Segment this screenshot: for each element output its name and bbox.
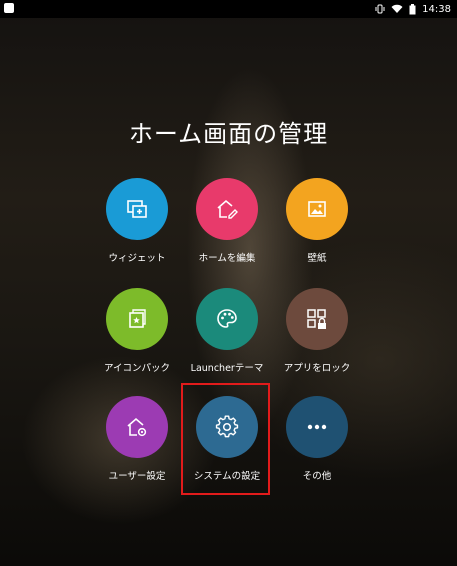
palette-icon <box>217 309 237 328</box>
launcher-theme-button[interactable] <box>196 288 258 350</box>
app-lock-label: アプリをロック <box>283 363 351 374</box>
wallpaper-button[interactable] <box>286 178 348 240</box>
more-button[interactable] <box>286 396 348 458</box>
tile-more[interactable]: その他 <box>262 396 372 483</box>
home-edit-button[interactable] <box>196 178 258 240</box>
user-settings-icon <box>127 417 147 437</box>
widget-icon <box>127 200 147 218</box>
wallpaper-icon <box>308 201 326 217</box>
home-edit-icon <box>217 199 238 219</box>
widget-button[interactable] <box>106 178 168 240</box>
wallpaper-label: 壁紙 <box>307 253 327 264</box>
highlight-box <box>181 383 270 495</box>
icon-pack-icon <box>129 309 146 328</box>
user-settings-button[interactable] <box>106 396 168 458</box>
tile-wallpaper[interactable]: 壁紙 <box>262 178 372 265</box>
app-lock-icon <box>307 309 326 329</box>
more-icon <box>307 424 327 430</box>
app-lock-button[interactable] <box>286 288 348 350</box>
tile-app-lock[interactable]: アプリをロック <box>262 288 372 375</box>
more-label: その他 <box>302 471 332 482</box>
icon-pack-button[interactable] <box>106 288 168 350</box>
